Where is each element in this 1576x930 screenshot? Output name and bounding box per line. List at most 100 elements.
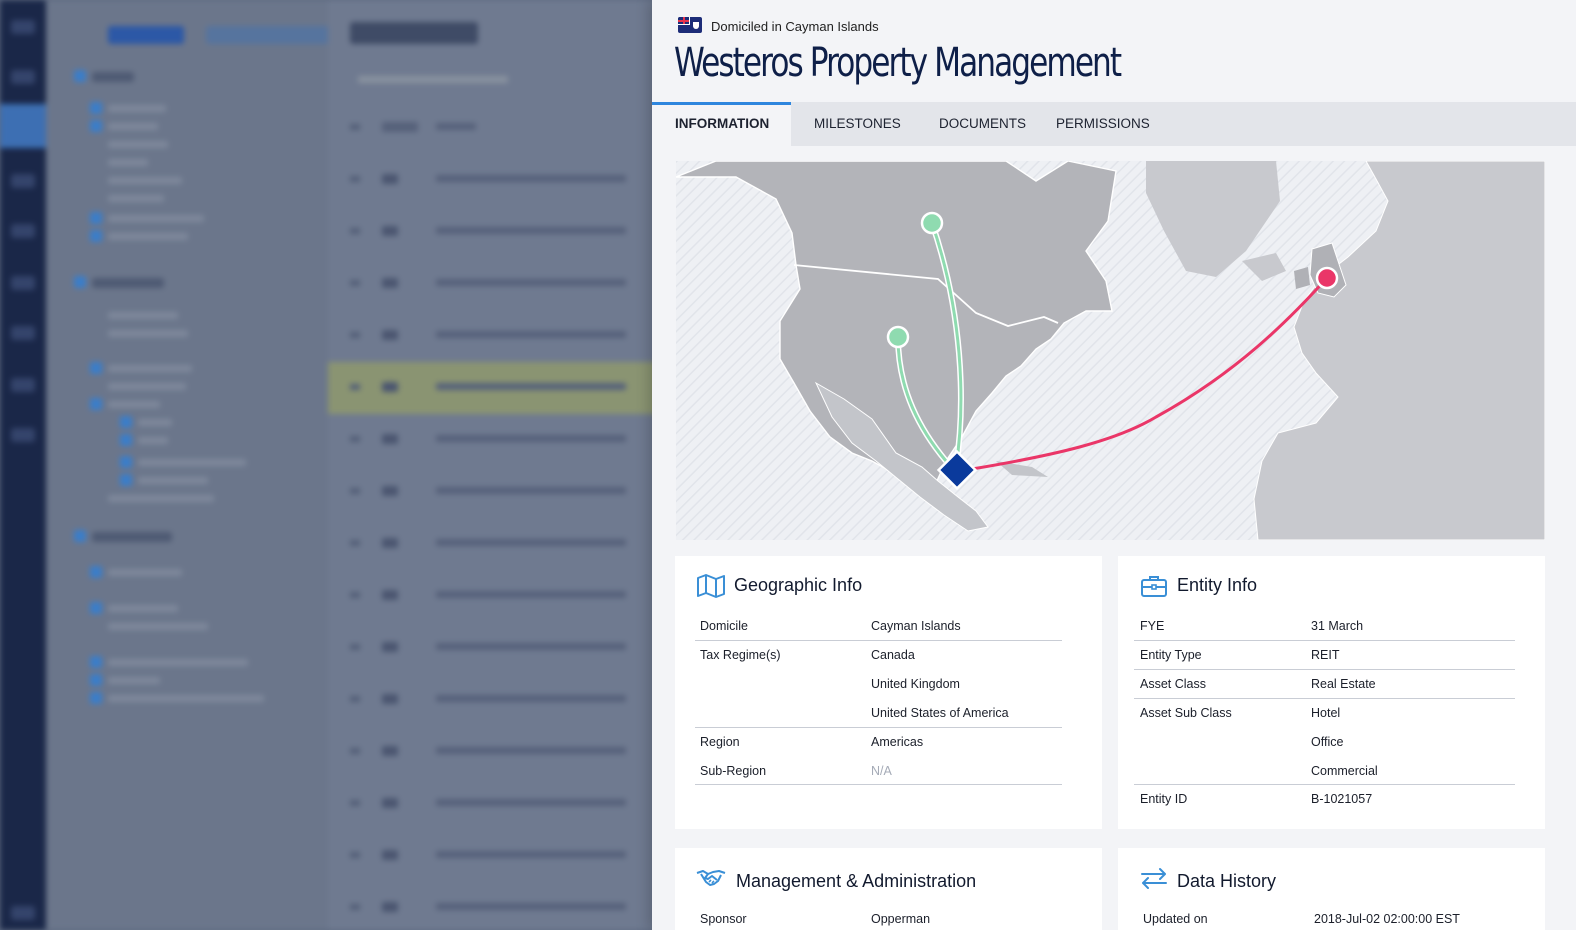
tab-milestones[interactable]: MILESTONES [814,102,901,146]
tree-node [108,215,204,222]
rail-button [11,378,35,392]
updated-on-label: Updated on [1143,912,1208,926]
management-title: Management & Administration [736,871,977,891]
row-divider [695,784,1062,785]
tab-information[interactable]: INFORMATION [652,102,791,146]
tree-toggle [90,692,102,704]
list-item [328,362,668,414]
tree-toggle [90,120,102,132]
tree-node [108,233,188,240]
app-nav-rail [0,0,46,930]
entity-id-value: B-1021057 [1311,792,1373,806]
management-card: Management & Administration Sponsor Oppe… [675,848,1102,930]
row-divider [1134,669,1515,670]
list-item [328,882,668,930]
geographic-info-card: Geographic Info Domicile Cayman Islands … [675,556,1102,829]
tree-toggle [90,398,102,410]
fye-value: 31 March [1311,619,1364,633]
panel-header: Domiciled in Cayman Islands Westeros Pro… [652,0,1576,102]
row-divider [695,727,1062,728]
tree-node [108,177,182,184]
tree-section [92,532,172,542]
asset-class-label: Asset Class [1140,677,1206,691]
asset-sub-class-value: Hotel [1311,706,1341,720]
entity-type-label: Entity Type [1140,648,1202,662]
row-divider [1134,784,1515,785]
filter-tree [46,0,336,930]
tree-toggle [90,362,102,374]
domicile-subtitle: Domiciled in Cayman Islands [711,19,879,34]
list-item [328,414,668,466]
list-item [328,154,668,206]
tree-node [108,105,166,112]
tree-toggle [90,674,102,686]
domicile-value: Cayman Islands [871,619,961,633]
tab-documents[interactable]: DOCUMENTS [939,102,1026,146]
sponsor-value: Opperman [871,912,931,926]
list-item [328,518,668,570]
tree-node [108,330,188,337]
list-header [350,22,478,44]
rail-button [11,174,35,188]
tree-toggle [90,102,102,114]
list-item [328,778,668,830]
tree-node [108,695,264,702]
tree-toggle [90,230,102,242]
tree-node [108,312,178,319]
page-title: Westeros Property Management [674,40,1122,86]
entity-detail-panel: Domiciled in Cayman Islands Westeros Pro… [652,0,1576,930]
fye-label: FYE [1140,619,1165,633]
asset-class-value: Real Estate [1311,677,1376,691]
tree-section [92,278,164,288]
list-item [328,570,668,622]
tree-node [108,401,160,408]
tax-regime-value: United Kingdom [871,677,960,691]
entity-id-label: Entity ID [1140,792,1188,806]
list-item [328,674,668,726]
uk-marker[interactable] [1315,266,1339,290]
tree-toggle [74,70,86,82]
sub-region-value: N/A [871,764,892,778]
tree-node [108,605,178,612]
rail-button [11,20,35,34]
rail-active-item [0,104,46,148]
list-item [328,726,668,778]
entity-list [328,0,668,930]
north-marker[interactable] [920,211,944,235]
asset-sub-class-label: Asset Sub Class [1140,706,1232,720]
list-item [328,102,668,154]
tree-node [138,459,246,466]
tree-node [108,569,182,576]
rail-button [11,906,35,920]
tree-node [138,437,168,444]
tree-node [108,159,148,166]
tree-toggle [120,416,132,428]
list-item [328,206,668,258]
rail-button [11,428,35,442]
world-map[interactable] [676,161,1545,540]
tree-node [108,123,158,130]
geographic-info-title: Geographic Info [734,575,863,595]
rail-button [11,326,35,340]
tree-toggle [90,566,102,578]
tree-node [138,477,208,484]
tree-node [108,623,208,630]
sponsor-label: Sponsor [700,912,747,926]
list-search [358,76,508,83]
central-marker[interactable] [886,325,910,349]
tree-section [92,72,134,82]
tree-toggle [120,434,132,446]
tax-regime-value: United States of America [871,706,1009,720]
briefcase-icon [1141,576,1167,597]
tab-permissions[interactable]: PERMISSIONS [1056,102,1150,146]
row-divider [695,640,1062,641]
cayman-islands-flag-icon [678,17,702,33]
tree-node [108,383,186,390]
tree-toggle [74,530,86,542]
region-value: Americas [871,735,924,749]
world-map-graphic [676,161,1545,540]
asset-sub-class-value: Commercial [1311,764,1378,778]
tree-node [108,659,248,666]
rail-button [11,70,35,84]
sub-region-label: Sub-Region [700,764,767,778]
